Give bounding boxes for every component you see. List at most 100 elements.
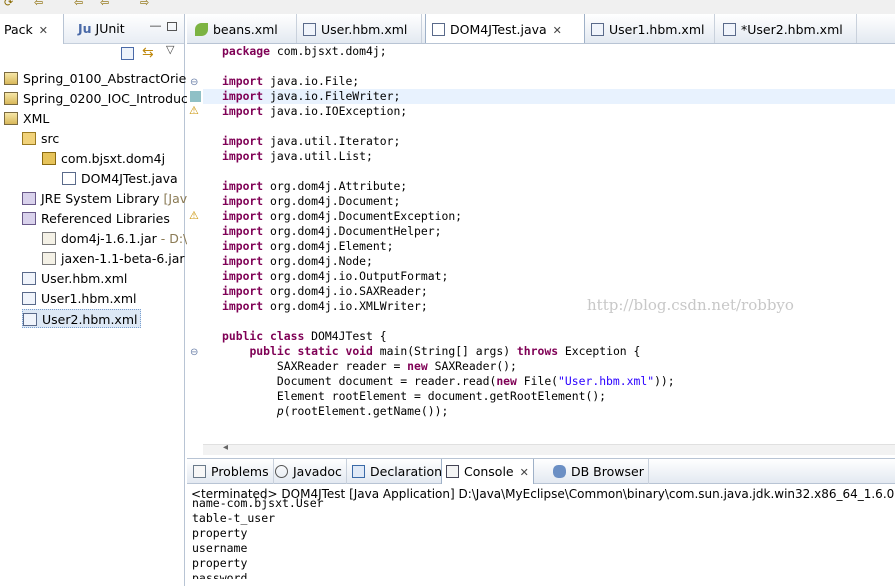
- tree-item[interactable]: src: [22, 129, 59, 148]
- xml-file-icon: [22, 292, 36, 305]
- library-icon: [22, 212, 36, 225]
- editor-tab-bar: beans.xml User.hbm.xml DOM4JTest.java ✕ User…: [187, 14, 895, 44]
- console-line: name-com.bjsxt.User: [192, 496, 324, 510]
- bottom-tab[interactable]: Declaration: [348, 459, 448, 484]
- xml-file-icon: [303, 23, 316, 36]
- library-icon: [22, 192, 36, 205]
- console-line: property: [192, 526, 248, 540]
- editor-tab[interactable]: *User2.hbm.xml: [717, 14, 857, 43]
- tree-item-label: XML: [23, 111, 50, 126]
- bottom-tab-label: DB Browser: [571, 464, 644, 479]
- console-output[interactable]: name-com.bjsxt.User table-t_user property u…: [187, 496, 895, 579]
- bottom-tab-label: Declaration: [370, 464, 443, 479]
- code-line: import java.util.Iterator;: [222, 134, 401, 148]
- tree-item-label: Spring_0100_AbstractOrien: [23, 71, 195, 86]
- tree-item[interactable]: User.hbm.xml: [22, 269, 127, 288]
- forward-icon[interactable]: ⇨: [140, 0, 149, 9]
- bottom-tab-label: Javadoc: [293, 464, 342, 479]
- refresh-icon[interactable]: ⟳: [4, 0, 13, 9]
- tree-item-label: jaxen-1.1-beta-6.jar: [61, 251, 185, 266]
- code-line: Document document = reader.read(new File…: [222, 374, 675, 388]
- tab-package-explorer[interactable]: Pack ✕: [0, 14, 64, 44]
- tree-item[interactable]: jaxen-1.1-beta-6.jar: [42, 249, 185, 268]
- scroll-left-icon[interactable]: ◂: [223, 442, 228, 453]
- editor-tab-label: DOM4JTest.java: [450, 22, 547, 37]
- tab-label: JUnit: [95, 21, 125, 36]
- bottom-tab-label: Console: [464, 464, 514, 479]
- tree-item-label: User1.hbm.xml: [41, 291, 137, 306]
- project-icon: [4, 112, 18, 125]
- bottom-tab[interactable]: Javadoc: [271, 459, 347, 484]
- editor-tab-label: User.hbm.xml: [321, 22, 408, 37]
- tree-item[interactable]: User2.hbm.xml: [22, 309, 142, 328]
- close-icon[interactable]: ✕: [39, 24, 48, 37]
- code-line: import org.dom4j.Element;: [222, 239, 394, 253]
- fold-icon[interactable]: ⊖: [190, 77, 198, 88]
- minimize-icon[interactable]: —: [150, 20, 161, 32]
- console-line: table-t_user: [192, 511, 276, 525]
- code-area[interactable]: ⊖ ⚠ ⚠ ⊖ package com.bjsxt.dom4j; import …: [187, 44, 895, 455]
- tree-item[interactable]: JRE System Library [Jav: [22, 189, 187, 208]
- code-line: import java.util.List;: [222, 149, 373, 163]
- tree-item[interactable]: dom4j-1.6.1.jar - D:\: [42, 229, 187, 248]
- tree-item[interactable]: Referenced Libraries: [22, 209, 170, 228]
- xml-file-icon: [22, 272, 36, 285]
- close-icon[interactable]: ✕: [520, 466, 529, 479]
- fold-icon[interactable]: ⊖: [190, 347, 198, 358]
- problems-icon: [193, 465, 206, 478]
- bottom-tab[interactable]: DB Browser: [549, 459, 649, 484]
- view-menu-icon[interactable]: ▽: [166, 43, 174, 56]
- tree-item-label: DOM4JTest.java: [81, 171, 178, 186]
- code-line: import org.dom4j.io.OutputFormat;: [222, 269, 449, 283]
- tree-item-label: Referenced Libraries: [41, 211, 170, 226]
- editor-tab[interactable]: User1.hbm.xml: [585, 14, 715, 43]
- xml-file-icon: [23, 313, 37, 326]
- tab-label: Pack: [4, 22, 33, 37]
- code-editor: beans.xml User.hbm.xml DOM4JTest.java ✕ User…: [187, 14, 895, 455]
- declaration-icon: [352, 465, 365, 478]
- tree-item[interactable]: com.bjsxt.dom4j: [42, 149, 165, 168]
- warning-icon[interactable]: ⚠: [189, 104, 199, 117]
- console-line: property: [192, 556, 248, 570]
- tree-item[interactable]: User1.hbm.xml: [22, 289, 136, 308]
- java-file-icon: [62, 172, 76, 185]
- editor-gutter: ⊖ ⚠ ⚠ ⊖: [187, 44, 203, 444]
- package-explorer: Pack ✕ Ju JUnit — ⇆ ▽ Spring_0100_Abstrac…: [0, 14, 194, 586]
- warning-icon[interactable]: ⚠: [189, 209, 199, 222]
- tab-junit[interactable]: Ju JUnit: [78, 21, 125, 36]
- editor-tab[interactable]: DOM4JTest.java ✕: [425, 14, 585, 43]
- close-icon[interactable]: ✕: [553, 24, 562, 37]
- xml-file-icon: [591, 23, 604, 36]
- watermark: http://blog.csdn.net/robbyo: [587, 296, 794, 314]
- left-tab-bar: Pack ✕ Ju JUnit —: [0, 14, 184, 44]
- tree-item[interactable]: XML: [4, 109, 49, 128]
- link-editor-icon[interactable]: ⇆: [142, 44, 154, 61]
- code-line: import org.dom4j.Attribute;: [222, 179, 408, 193]
- main-toolbar: ⟳ ⇦ ⇦ ⇦ ⇨: [0, 0, 895, 14]
- bottom-tab[interactable]: Problems: [189, 459, 274, 484]
- editor-tab[interactable]: beans.xml: [189, 14, 297, 43]
- back-icon[interactable]: ⇦: [34, 0, 43, 9]
- tree-item-decoration: [Jav: [159, 191, 188, 206]
- forward-icon[interactable]: ⇦: [100, 0, 109, 9]
- tree-item[interactable]: Spring_0100_AbstractOrien: [4, 69, 194, 88]
- tree-item-label: dom4j-1.6.1.jar: [61, 231, 157, 246]
- tree-item[interactable]: Spring_0200_IOC_Introduct: [4, 89, 193, 108]
- editor-tab[interactable]: User.hbm.xml: [297, 14, 422, 43]
- horizontal-scrollbar[interactable]: ◂: [203, 442, 895, 455]
- tree-item-label: Spring_0200_IOC_Introduct: [23, 91, 193, 106]
- back-icon[interactable]: ⇦: [74, 0, 83, 9]
- code-line: public static void main(String[] args) t…: [249, 344, 641, 358]
- code-line: import java.io.File;: [222, 74, 360, 88]
- jar-icon: [42, 232, 56, 245]
- bottom-tab[interactable]: Console ✕: [441, 459, 534, 484]
- maximize-icon[interactable]: [167, 22, 177, 31]
- tree-item-label: User.hbm.xml: [41, 271, 128, 286]
- code-line: import org.dom4j.DocumentHelper;: [222, 224, 442, 238]
- at-icon: [275, 465, 288, 478]
- tree-item-decoration: - D:\: [156, 231, 188, 246]
- collapse-all-icon[interactable]: [121, 47, 134, 60]
- project-icon: [4, 92, 18, 105]
- tree-item[interactable]: DOM4JTest.java: [62, 169, 178, 188]
- tree-item-label: com.bjsxt.dom4j: [61, 151, 166, 166]
